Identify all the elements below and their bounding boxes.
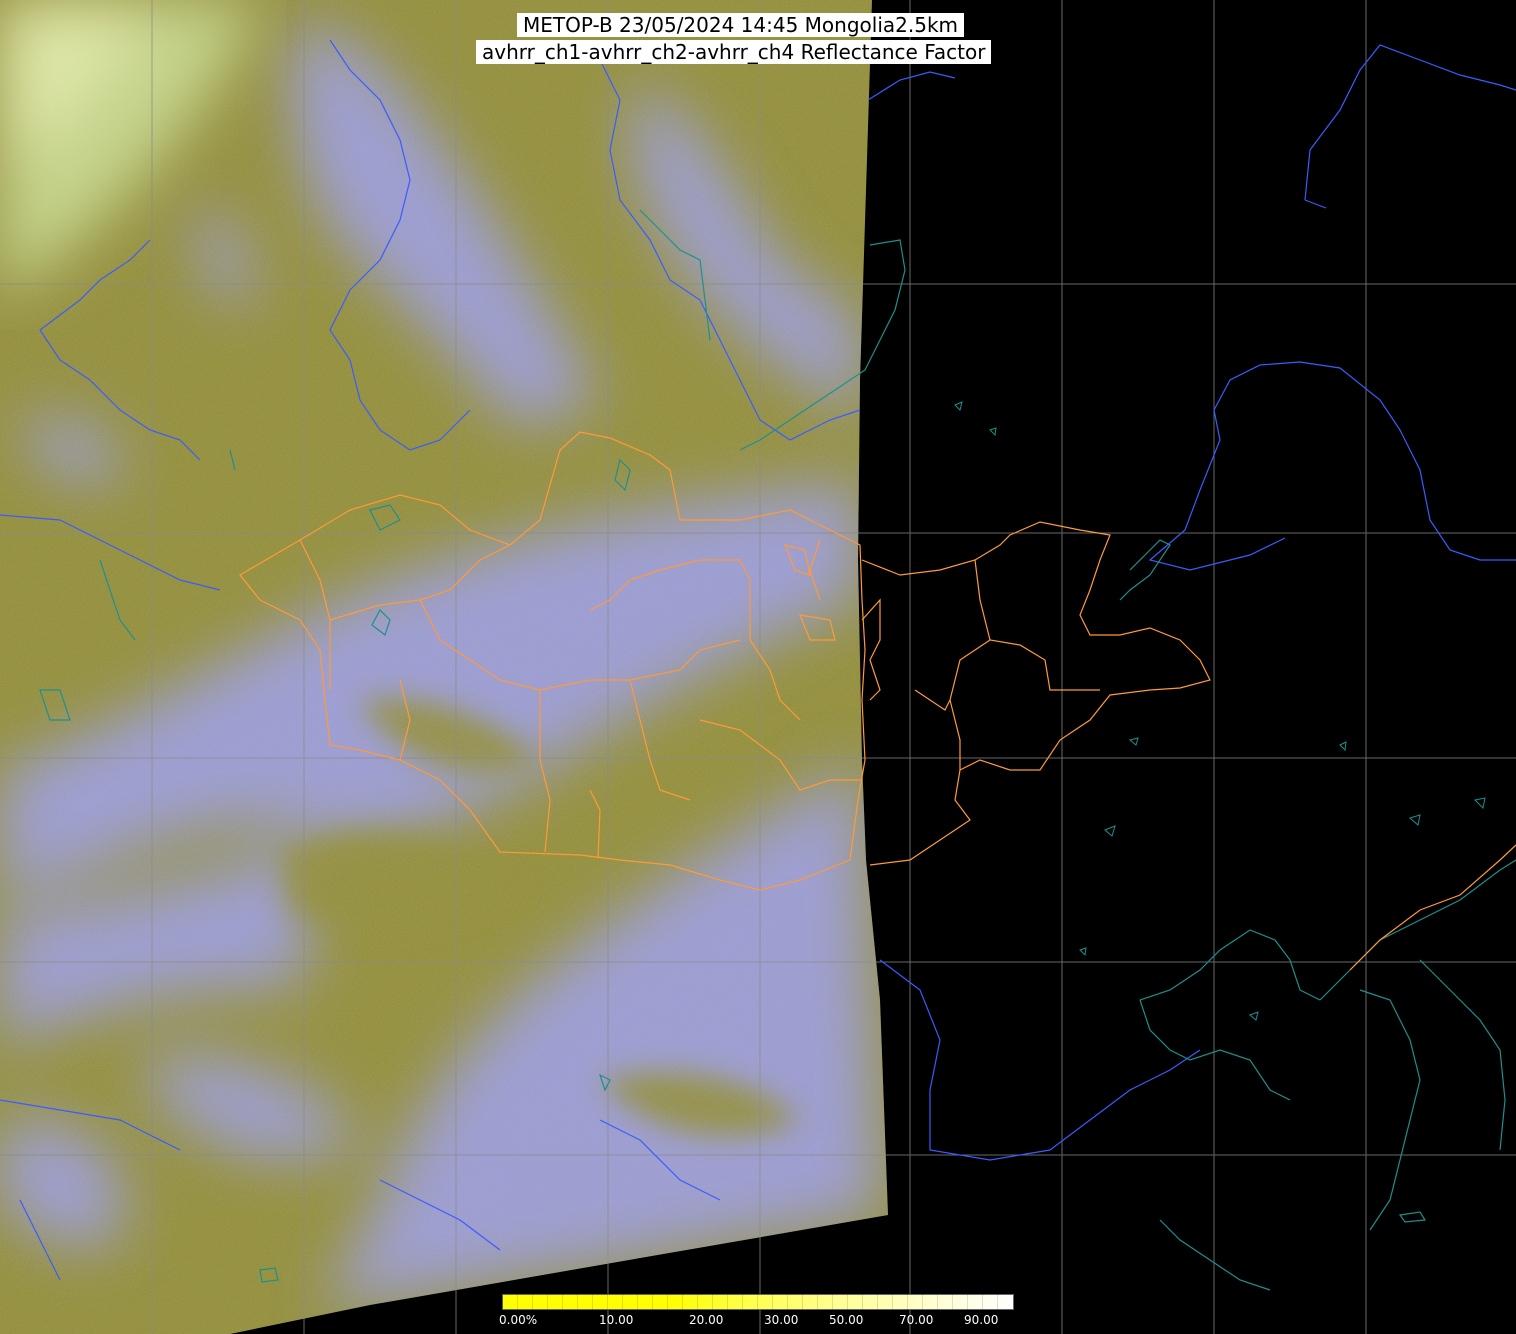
legend-tick-mark (982, 1294, 983, 1310)
legend-tick-mark (862, 1294, 863, 1310)
legend-tick-mark (787, 1294, 788, 1310)
legend-tick-label: 10.00 (599, 1313, 634, 1327)
legend-tick-mark (667, 1294, 668, 1310)
legend-tick-mark (547, 1294, 548, 1310)
legend-tick-label: 20.00 (689, 1313, 724, 1327)
legend-tick-mark (727, 1294, 728, 1310)
legend-tick-mark (532, 1294, 533, 1310)
legend-tick-mark (847, 1294, 848, 1310)
legend-tick-label: 30.00 (764, 1313, 799, 1327)
legend-tick-mark (592, 1294, 593, 1310)
legend-tick-mark (802, 1294, 803, 1310)
legend-tick-mark (772, 1294, 773, 1310)
legend-tick-mark (607, 1294, 608, 1310)
legend-tick-label: 70.00 (899, 1313, 934, 1327)
map-title-line1: METOP-B 23/05/2024 14:45 Mongolia2.5km (517, 13, 965, 37)
legend-tick-mark (997, 1294, 998, 1310)
legend-tick-mark (817, 1294, 818, 1310)
legend-tick-mark (742, 1294, 743, 1310)
map-title-line2: avhrr_ch1-avhrr_ch2-avhrr_ch4 Reflectanc… (476, 40, 992, 64)
legend-tick-mark (757, 1294, 758, 1310)
legend-tick-label: 50.00 (829, 1313, 864, 1327)
legend-tick-mark (952, 1294, 953, 1310)
satellite-map (0, 0, 1516, 1334)
legend-tick-label: 90.00 (964, 1313, 999, 1327)
legend-tick-mark (922, 1294, 923, 1310)
legend-tick-mark (577, 1294, 578, 1310)
legend-tick-label: 0.00% (499, 1313, 538, 1327)
legend-tick-mark (502, 1294, 503, 1310)
legend-tick-mark (562, 1294, 563, 1310)
legend-tick-mark (967, 1294, 968, 1310)
legend-tick-mark (907, 1294, 908, 1310)
legend-tick-mark (622, 1294, 623, 1310)
legend-tick-mark (892, 1294, 893, 1310)
legend-tick-mark (937, 1294, 938, 1310)
legend-tick-mark (517, 1294, 518, 1310)
legend-tick-mark (682, 1294, 683, 1310)
legend-tick-mark (712, 1294, 713, 1310)
legend-tick-mark (637, 1294, 638, 1310)
legend-tick-mark (697, 1294, 698, 1310)
color-legend: 0.00% 10.00 20.00 30.00 50.00 70.00 90.00 (499, 1292, 1014, 1334)
legend-tick-mark (832, 1294, 833, 1310)
legend-tick-mark (877, 1294, 878, 1310)
legend-tick-mark (652, 1294, 653, 1310)
